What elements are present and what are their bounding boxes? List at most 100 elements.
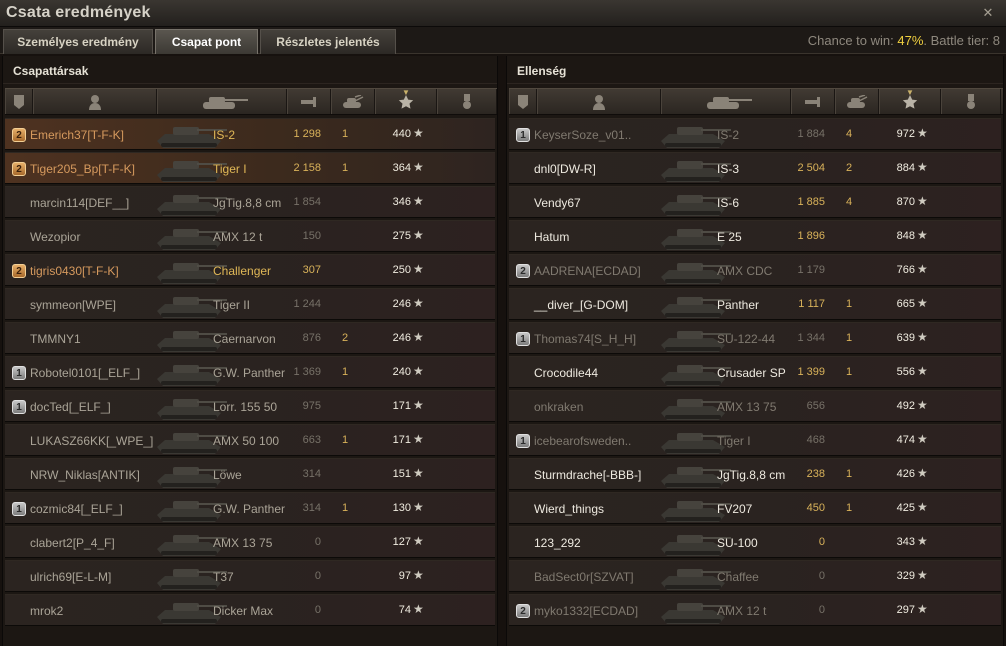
player-row[interactable]: clabert2[P_4_F] AMX 13 75 0 127 ★	[5, 526, 495, 558]
damage-icon[interactable]	[791, 89, 835, 114]
damage-value: 2 158	[293, 162, 321, 174]
kills-value: 1	[845, 332, 853, 344]
player-row[interactable]: 1 icebearofsweden.. Tiger I 468 474 ★	[509, 424, 1001, 456]
tab-detailed-report[interactable]: Részletes jelentés	[260, 29, 396, 54]
damage-value: 1 369	[293, 366, 321, 378]
squad-icon[interactable]	[509, 89, 537, 114]
tank-icon[interactable]	[661, 89, 791, 114]
kills-icon[interactable]	[331, 89, 375, 114]
kills-value: 2	[341, 332, 349, 344]
player-row[interactable]: Crocodile44 Crusader SP 1 399 1 556 ★	[509, 356, 1001, 388]
tab-bar: Személyes eredmény Csapat pont Részletes…	[0, 27, 1006, 54]
damage-icon[interactable]	[287, 89, 331, 114]
player-icon[interactable]	[33, 89, 157, 114]
damage-value: 238	[806, 468, 825, 480]
star-icon: ★	[413, 432, 424, 446]
medal-icon[interactable]	[941, 89, 1001, 114]
damage-value: 314	[302, 502, 321, 514]
player-name: marcin114[DEF__]	[30, 196, 130, 210]
xp-value: 297	[896, 604, 915, 616]
player-row[interactable]: symmeon[WPE] Tiger II 1 244 246 ★	[5, 288, 495, 320]
player-name: onkraken	[534, 400, 584, 414]
player-name: Wierd_things	[534, 502, 605, 516]
player-row[interactable]: 2 myko1332[ECDAD] AMX 12 t 0 297 ★	[509, 594, 1001, 626]
kills-value: 1	[845, 468, 853, 480]
player-row[interactable]: NRW_Niklas[ANTIK] Löwe 314 151 ★	[5, 458, 495, 490]
player-row[interactable]: Wezopior AMX 12 t 150 275 ★	[5, 220, 495, 252]
clan-badge-icon: 1	[516, 434, 530, 448]
xp-value: 246	[392, 298, 411, 310]
xp-value: 240	[392, 366, 411, 378]
player-row[interactable]: TMMNY1 Caernarvon 876 2 246 ★	[5, 322, 495, 354]
player-name: BadSect0r[SZVAT]	[534, 570, 634, 584]
star-icon: ★	[917, 398, 928, 412]
star-icon: ★	[413, 228, 424, 242]
player-row[interactable]: 1 cozmic84[_ELF_] G.W. Panther 314 1 130 ★	[5, 492, 495, 524]
tank-name: IS-6	[717, 196, 740, 210]
kills-value: 1	[341, 434, 349, 446]
medal-icon[interactable]	[437, 89, 497, 114]
xp-star-icon[interactable]: ▼	[375, 88, 437, 114]
player-name: Tiger205_Bp[T-F-K]	[30, 162, 135, 176]
kills-value: 4	[845, 196, 853, 208]
player-row[interactable]: __diver_[G-DOM] Panther 1 117 1 665 ★	[509, 288, 1001, 320]
player-row[interactable]: mrok2 Dicker Max 0 74 ★	[5, 594, 495, 626]
player-name: ulrich69[E-L-M]	[30, 570, 112, 584]
damage-value: 0	[314, 604, 321, 616]
player-row[interactable]: 1 Robotel0101[_ELF_] G.W. Panther 1 369 1 240…	[5, 356, 495, 388]
player-row[interactable]: LUKASZ66KK[_WPE_] AMX 50 100 663 1 171 ★	[5, 424, 495, 456]
tab-team-score[interactable]: Csapat pont	[155, 29, 258, 54]
xp-value: 74	[398, 604, 411, 616]
damage-value: 1 179	[797, 264, 825, 276]
tank-name: IS-3	[717, 162, 740, 176]
squad-icon[interactable]	[5, 89, 33, 114]
player-row[interactable]: 123_292 SU-100 0 343 ★	[509, 526, 1001, 558]
damage-value: 2 504	[797, 162, 825, 174]
kills-value: 1	[341, 128, 349, 140]
window-title: Csata eredmények	[6, 4, 151, 21]
player-name: Crocodile44	[534, 366, 599, 380]
player-row[interactable]: marcin114[DEF__] JgTig.8,8 cm 1 854 346 ★	[5, 186, 495, 218]
damage-value: 876	[302, 332, 321, 344]
player-name: __diver_[G-DOM]	[534, 298, 629, 312]
star-icon: ★	[917, 296, 928, 310]
tank-name: Tiger I	[717, 434, 751, 448]
tank-name: Tiger I	[213, 162, 247, 176]
player-row[interactable]: 1 docTed[_ELF_] Lorr. 155 50 975 171 ★	[5, 390, 495, 422]
tank-icon[interactable]	[157, 89, 287, 114]
player-name: mrok2	[30, 604, 64, 618]
xp-star-icon[interactable]: ▼	[879, 88, 941, 114]
star-icon: ★	[413, 398, 424, 412]
player-row[interactable]: 2 Tiger205_Bp[T-F-K] Tiger I 2 158 1 364 ★	[5, 152, 495, 184]
battle-tier: . Battle tier: 8	[923, 33, 1000, 48]
player-row[interactable]: 1 Thomas74[S_H_H] SU-122-44 1 344 1 639 ★	[509, 322, 1001, 354]
kills-value: 1	[341, 366, 349, 378]
kills-icon[interactable]	[835, 89, 879, 114]
star-icon: ★	[413, 364, 424, 378]
player-icon[interactable]	[537, 89, 661, 114]
xp-value: 474	[896, 434, 915, 446]
sort-chevron-icon: ▼	[402, 88, 410, 97]
player-row[interactable]: 2 AADRENA[ECDAD] AMX CDC 1 179 766 ★	[509, 254, 1001, 286]
player-row[interactable]: dnl0[DW-R] IS-3 2 504 2 884 ★	[509, 152, 1001, 184]
player-row[interactable]: 1 KeyserSoze_v01.. IS-2 1 884 4 972 ★	[509, 118, 1001, 150]
player-row[interactable]: Sturmdrache[-BBB-] JgTig.8,8 cm 238 1 426 ★	[509, 458, 1001, 490]
player-name: TMMNY1	[30, 332, 81, 346]
player-row[interactable]: Wierd_things FV207 450 1 425 ★	[509, 492, 1001, 524]
player-row[interactable]: 2 tigris0430[T-F-K] Challenger 307 250 ★	[5, 254, 495, 286]
player-row[interactable]: BadSect0r[SZVAT] Chaffee 0 329 ★	[509, 560, 1001, 592]
damage-value: 314	[302, 468, 321, 480]
damage-value: 307	[302, 264, 321, 276]
player-row[interactable]: Vendy67 IS-6 1 885 4 870 ★	[509, 186, 1001, 218]
close-icon[interactable]: ✕	[979, 4, 997, 22]
star-icon: ★	[413, 160, 424, 174]
star-icon: ★	[413, 500, 424, 514]
player-row[interactable]: onkraken AMX 13 75 656 492 ★	[509, 390, 1001, 422]
title-bar: Csata eredmények ✕	[0, 0, 1006, 27]
player-row[interactable]: 2 Emerich37[T-F-K] IS-2 1 298 1 440 ★	[5, 118, 495, 150]
tab-personal-results[interactable]: Személyes eredmény	[3, 29, 153, 54]
clan-badge-icon: 1	[12, 366, 26, 380]
player-row[interactable]: Hatum E 25 1 896 848 ★	[509, 220, 1001, 252]
star-icon: ★	[917, 126, 928, 140]
player-row[interactable]: ulrich69[E-L-M] T37 0 97 ★	[5, 560, 495, 592]
